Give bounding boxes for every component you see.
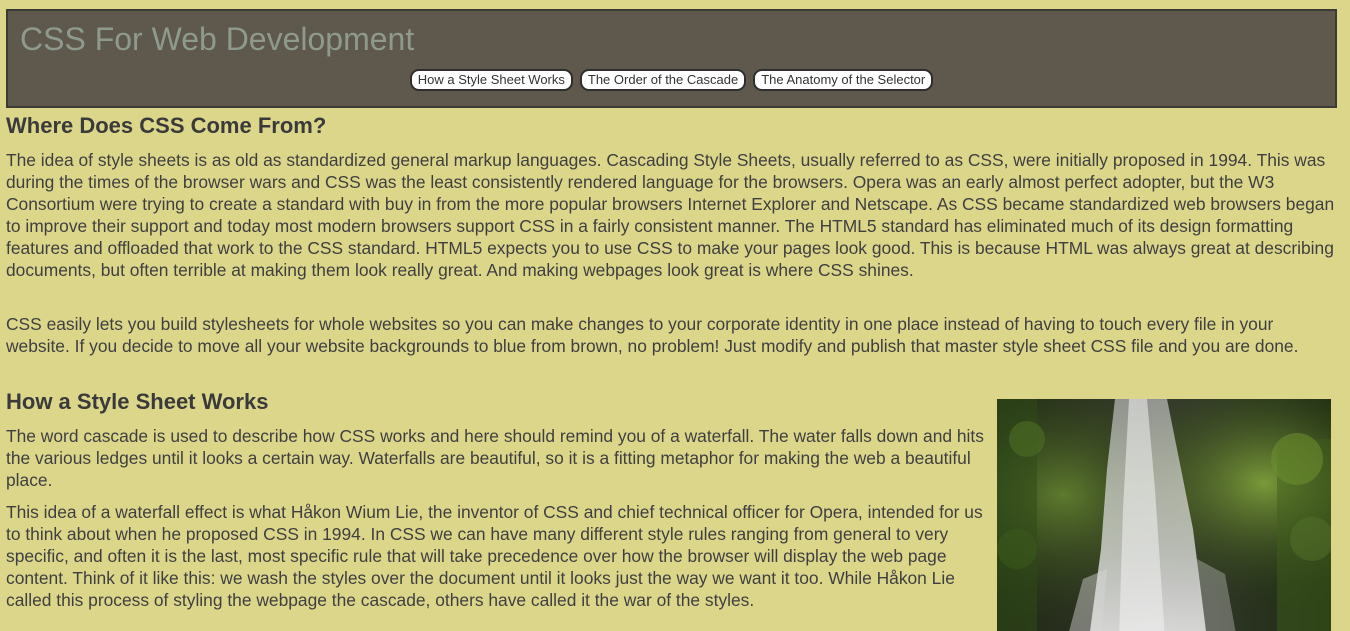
- section-heading-where-css-comes-from: Where Does CSS Come From?: [6, 113, 327, 138]
- nav-button-order-of-cascade[interactable]: The Order of the Cascade: [579, 69, 747, 91]
- site-title: CSS For Web Development: [20, 21, 415, 57]
- nav-button-how-style-sheet-works[interactable]: How a Style Sheet Works: [409, 69, 573, 91]
- waterfall-image: [997, 399, 1331, 631]
- main-nav: How a Style Sheet Works The Order of the…: [8, 69, 1335, 91]
- paragraph-stylesheets-websites: CSS easily lets you build stylesheets fo…: [6, 314, 1299, 356]
- nav-button-anatomy-of-selector[interactable]: The Anatomy of the Selector: [753, 69, 934, 91]
- paragraph-hakon-wium-lie: This idea of a waterfall effect is what …: [6, 502, 983, 610]
- section-heading-how-style-sheet-works: How a Style Sheet Works: [6, 389, 269, 414]
- paragraph-cascade-metaphor: The word cascade is used to describe how…: [6, 426, 984, 490]
- page: CSS For Web Development How a Style Shee…: [0, 0, 1350, 631]
- paragraph-history: The idea of style sheets is as old as st…: [6, 150, 1335, 280]
- waterfall-illustration: [997, 399, 1331, 631]
- site-header: CSS For Web Development How a Style Shee…: [6, 9, 1337, 108]
